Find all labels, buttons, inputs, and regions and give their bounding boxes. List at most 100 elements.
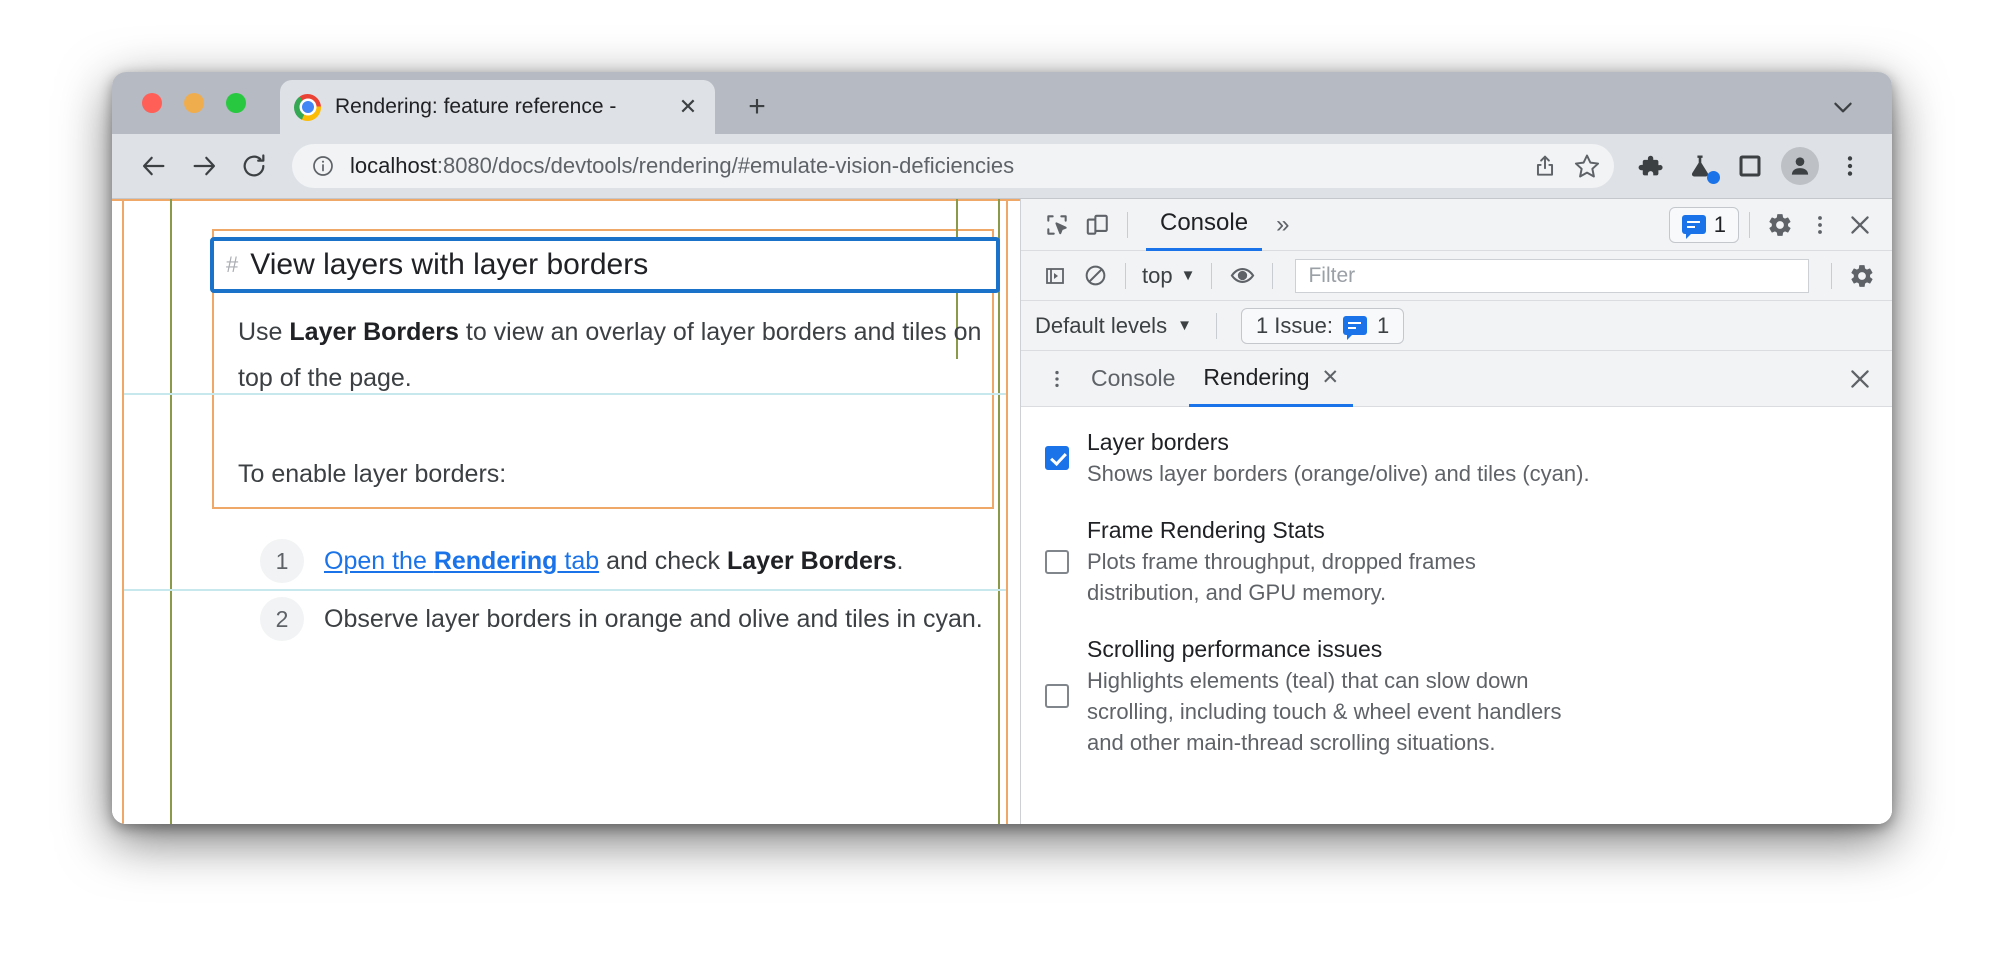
device-toolbar-icon[interactable] bbox=[1077, 207, 1117, 243]
step-mid: and check bbox=[599, 547, 727, 575]
address-bar[interactable]: localhost:8080/docs/devtools/rendering/#… bbox=[292, 144, 1614, 188]
toolbar-divider bbox=[1831, 262, 1832, 289]
list-item-number: 2 bbox=[260, 597, 304, 641]
maximize-window-button[interactable] bbox=[226, 93, 246, 113]
layer-border-olive-rail bbox=[170, 199, 172, 824]
minimize-window-button[interactable] bbox=[184, 93, 204, 113]
url-path: :8080/docs/devtools/rendering/#emulate-v… bbox=[436, 153, 1015, 178]
avatar[interactable] bbox=[1778, 144, 1822, 188]
chevron-down-icon: ▼ bbox=[1180, 267, 1196, 284]
tab-strip: Rendering: feature reference - ✕ + bbox=[112, 72, 1892, 134]
gear-icon[interactable] bbox=[1842, 258, 1882, 294]
list-item: 1 Open the Rendering tab and check Layer… bbox=[260, 539, 903, 583]
drawer-close-icon[interactable] bbox=[1840, 361, 1880, 397]
paragraph-intro-post: to view an overlay of layer borders and … bbox=[458, 318, 982, 346]
page-heading: # View layers with layer borders bbox=[212, 241, 994, 289]
live-expression-icon[interactable] bbox=[1222, 258, 1262, 294]
drawer-tab-label: Rendering bbox=[1203, 363, 1310, 390]
option-description: Highlights elements (teal) that can slow… bbox=[1087, 668, 1562, 755]
layer-borders-checkbox[interactable] bbox=[1045, 446, 1069, 470]
devtools-panel: Console » 1 top ▼ Filter Default levels … bbox=[1020, 199, 1892, 824]
web-page-pane[interactable]: # View layers with layer borders Use Lay… bbox=[112, 199, 1020, 824]
chevron-down-icon[interactable] bbox=[1828, 92, 1858, 122]
drawer-tab-rendering[interactable]: Rendering ✕ bbox=[1189, 351, 1354, 407]
avatar-icon bbox=[1781, 147, 1819, 185]
info-circle-icon[interactable] bbox=[310, 153, 336, 179]
paragraph-intro-line2: top of the page. bbox=[238, 364, 412, 392]
link-post: tab bbox=[557, 547, 600, 575]
rendering-tab-link[interactable]: Open the Rendering tab bbox=[324, 547, 599, 575]
console-sidebar-icon[interactable] bbox=[1035, 258, 1075, 294]
close-icon[interactable] bbox=[1840, 207, 1880, 243]
browser-tab[interactable]: Rendering: feature reference - ✕ bbox=[280, 80, 715, 134]
layer-border-olive-rail bbox=[998, 199, 1000, 824]
console-filter-input[interactable]: Filter bbox=[1295, 258, 1809, 293]
tab-console[interactable]: Console bbox=[1146, 199, 1263, 251]
drawer-tab-close-icon[interactable]: ✕ bbox=[1322, 365, 1340, 390]
clear-console-icon[interactable] bbox=[1075, 258, 1115, 294]
drawer-tab-console[interactable]: Console bbox=[1077, 351, 1189, 407]
chrome-logo-icon bbox=[294, 93, 321, 121]
side-panel-icon[interactable] bbox=[1728, 144, 1772, 188]
gear-icon[interactable] bbox=[1760, 207, 1800, 243]
viewport: # View layers with layer borders Use Lay… bbox=[112, 198, 1892, 824]
list-item: 2 Observe layer borders in orange and ol… bbox=[260, 597, 983, 641]
scrolling-performance-issues-checkbox[interactable] bbox=[1045, 684, 1069, 708]
flask-icon[interactable] bbox=[1678, 144, 1722, 188]
option-title: Scrolling performance issues bbox=[1087, 636, 1383, 662]
forward-arrow-icon[interactable] bbox=[182, 144, 226, 188]
back-arrow-icon[interactable] bbox=[132, 144, 176, 188]
issue-bubble-icon bbox=[1342, 316, 1367, 340]
issues-summary-button[interactable]: 1 Issue: 1 bbox=[1240, 307, 1405, 344]
star-icon[interactable] bbox=[1566, 145, 1608, 187]
paragraph-intro-strong: Layer Borders bbox=[289, 318, 459, 346]
drawer-tab-bar: Console Rendering ✕ bbox=[1021, 351, 1892, 407]
share-icon[interactable] bbox=[1524, 145, 1566, 187]
log-levels-select[interactable]: Default levels ▼ bbox=[1035, 313, 1206, 339]
toolbar-divider bbox=[1211, 262, 1213, 289]
toolbar-divider bbox=[1215, 312, 1217, 339]
link-strong: Rendering bbox=[433, 547, 558, 575]
paragraph-intro-pre: Use bbox=[238, 318, 290, 346]
toolbar-divider bbox=[1749, 211, 1750, 238]
flask-badge-dot bbox=[1707, 171, 1720, 184]
close-window-button[interactable] bbox=[142, 93, 162, 113]
browser-toolbar: localhost:8080/docs/devtools/rendering/#… bbox=[112, 134, 1892, 198]
three-dot-menu-icon[interactable] bbox=[1037, 361, 1077, 397]
paragraph-enable: To enable layer borders: bbox=[238, 460, 507, 488]
toolbar-divider bbox=[1125, 262, 1126, 289]
option-description: Shows layer borders (orange/olive) and t… bbox=[1087, 461, 1590, 486]
execution-context-value: top bbox=[1142, 262, 1173, 288]
rendering-option-scrolling-performance-issues[interactable]: Scrolling performance issues Highlights … bbox=[1045, 634, 1874, 758]
log-levels-label: Default levels bbox=[1035, 312, 1168, 338]
rendering-option-frame-rendering-stats[interactable]: Frame Rendering Stats Plots frame throug… bbox=[1045, 515, 1874, 608]
tab-title: Rendering: feature reference - bbox=[335, 95, 617, 118]
option-title: Frame Rendering Stats bbox=[1087, 517, 1325, 543]
three-dot-menu-icon[interactable] bbox=[1828, 144, 1872, 188]
paragraph-intro: Use Layer Borders to view an overlay of … bbox=[238, 309, 998, 355]
list-item-number: 1 bbox=[260, 539, 304, 583]
more-panels-icon[interactable]: » bbox=[1262, 211, 1301, 239]
step-end: . bbox=[896, 547, 904, 575]
console-levels-row: Default levels ▼ 1 Issue: 1 bbox=[1021, 301, 1892, 351]
new-tab-button[interactable]: + bbox=[739, 89, 775, 125]
rendering-option-layer-borders[interactable]: Layer borders Shows layer borders (orang… bbox=[1045, 427, 1874, 489]
inspect-element-icon[interactable] bbox=[1037, 207, 1077, 243]
three-dot-menu-icon[interactable] bbox=[1800, 207, 1840, 243]
puzzle-icon[interactable] bbox=[1628, 144, 1672, 188]
issues-badge[interactable]: 1 bbox=[1668, 206, 1739, 243]
list-item-text: Open the Rendering tab and check Layer B… bbox=[324, 539, 903, 583]
frame-rendering-stats-checkbox[interactable] bbox=[1045, 549, 1069, 574]
link-pre: Open the bbox=[324, 547, 434, 575]
anchor-hash[interactable]: # bbox=[226, 252, 238, 278]
execution-context-select[interactable]: top ▼ bbox=[1136, 263, 1201, 289]
step-strong: Layer Borders bbox=[727, 547, 897, 575]
console-toolbar: top ▼ Filter bbox=[1021, 251, 1892, 301]
option-description: Plots frame throughput, dropped frames d… bbox=[1087, 549, 1476, 605]
address-bar-url: localhost:8080/docs/devtools/rendering/#… bbox=[350, 153, 1524, 179]
toolbar-divider bbox=[1272, 262, 1274, 289]
tab-close-icon[interactable]: ✕ bbox=[675, 94, 701, 120]
option-title: Layer borders bbox=[1087, 429, 1229, 455]
tile-border-cyan bbox=[124, 589, 1006, 591]
reload-icon[interactable] bbox=[232, 144, 276, 188]
